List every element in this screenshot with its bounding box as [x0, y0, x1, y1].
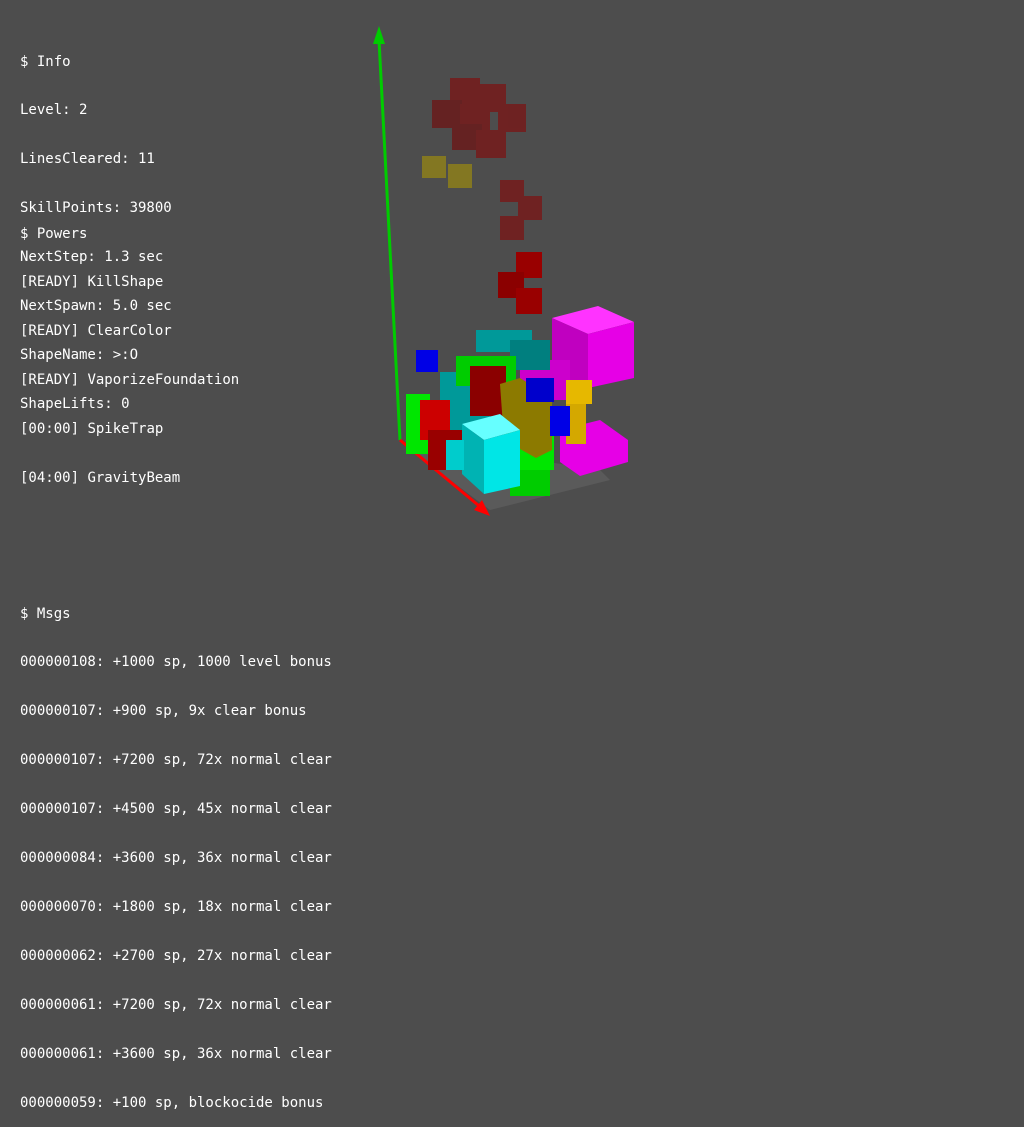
message-line: 000000061: +3600 sp, 36x normal clear	[20, 1045, 332, 1062]
message-line: 000000084: +3600 sp, 36x normal clear	[20, 850, 332, 867]
message-line: 000000107: +4500 sp, 45x normal clear	[20, 801, 332, 818]
power-name: GravityBeam	[87, 470, 181, 487]
active-shape	[498, 252, 542, 314]
message-line: 000000107: +900 sp, 9x clear bonus	[20, 703, 307, 720]
powers-panel: $ Powers [READY] KillShape [READY] Clear…	[20, 193, 239, 503]
message-line: 000000070: +1800 sp, 18x normal clear	[20, 898, 332, 915]
message-line: 000000059: +100 sp, blockocide bonus	[20, 1094, 324, 1111]
message-line: 000000062: +2700 sp, 27x normal clear	[20, 947, 332, 964]
message-line: 000000107: +7200 sp, 72x normal clear	[20, 752, 332, 769]
power-item[interactable]: [00:00] SpikeTrap	[20, 421, 239, 437]
power-name: ClearColor	[87, 323, 172, 340]
info-lines-cleared: LinesCleared: 11	[20, 151, 155, 168]
power-status: [READY]	[20, 372, 80, 389]
info-header: $ Info	[20, 53, 71, 70]
power-name: VaporizeFoundation	[87, 372, 240, 389]
power-status: [READY]	[20, 323, 80, 340]
power-name: SpikeTrap	[87, 421, 164, 438]
info-level: Level: 2	[20, 102, 88, 119]
message-line: 000000061: +7200 sp, 72x normal clear	[20, 996, 332, 1013]
power-status: [04:00]	[20, 470, 80, 487]
power-item[interactable]: [04:00] GravityBeam	[20, 470, 239, 486]
power-item[interactable]: [READY] KillShape	[20, 274, 239, 290]
msgs-header: $ Msgs	[20, 605, 71, 622]
powers-header: $ Powers	[20, 225, 88, 242]
power-item[interactable]: [READY] ClearColor	[20, 323, 239, 339]
power-item[interactable]: [READY] VaporizeFoundation	[20, 372, 239, 388]
power-status: [READY]	[20, 274, 80, 291]
power-status: [00:00]	[20, 421, 80, 438]
y-axis-arrow	[373, 26, 385, 44]
messages-panel: $ Msgs 000000108: +1000 sp, 1000 level b…	[20, 573, 332, 1127]
y-axis	[377, 39, 402, 441]
falling-shape-ghost	[422, 78, 542, 240]
power-name: KillShape	[87, 274, 164, 291]
block-stack	[406, 306, 634, 496]
message-line: 000000108: +1000 sp, 1000 level bonus	[20, 654, 332, 671]
